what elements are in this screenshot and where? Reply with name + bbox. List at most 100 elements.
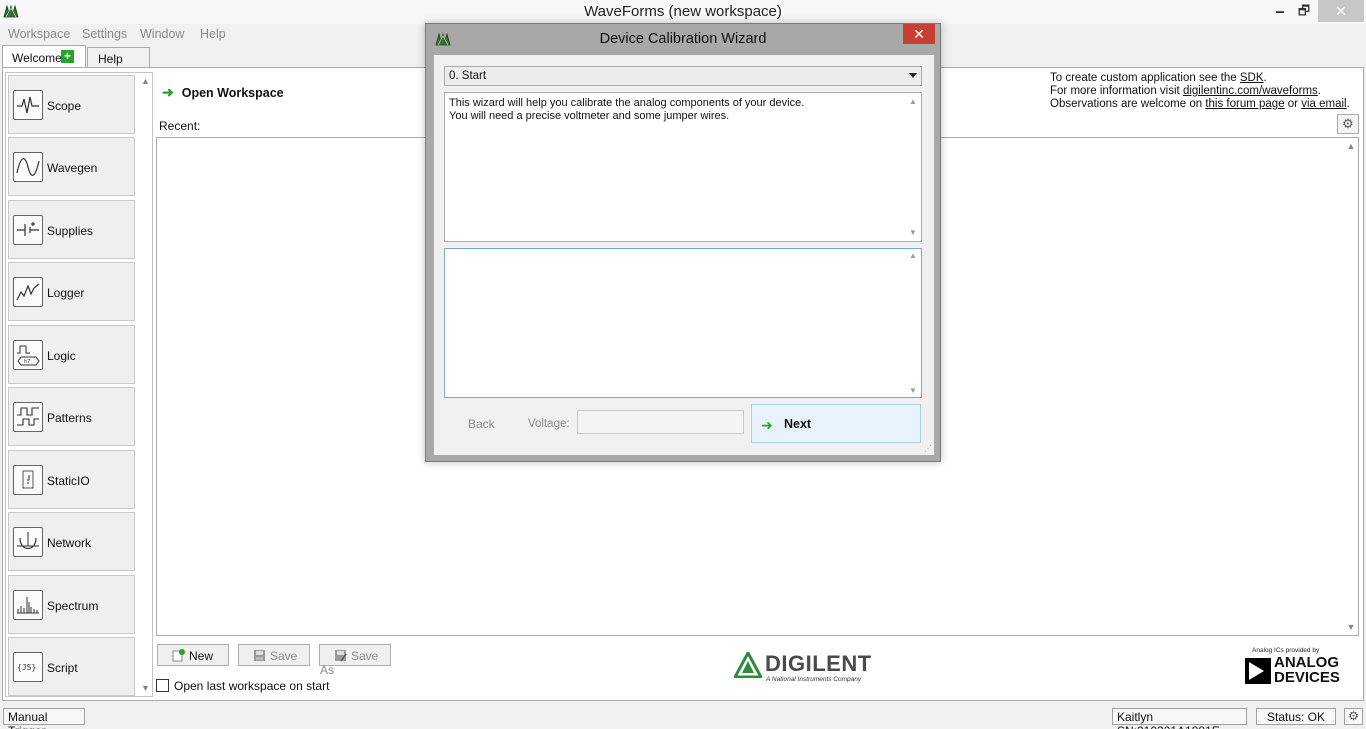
- tab-welcome[interactable]: Welcome +: [2, 45, 86, 68]
- patterns-icon: [13, 402, 43, 432]
- back-button[interactable]: Back: [468, 417, 495, 431]
- arrow-right-icon: ➜: [761, 417, 773, 433]
- tab-welcome-label: Welcome: [12, 51, 62, 65]
- close-button[interactable]: ✕: [1318, 0, 1364, 22]
- open-last-checkbox[interactable]: [156, 679, 169, 692]
- device-settings-gear-icon[interactable]: ⚙: [1344, 708, 1363, 725]
- next-label: Next: [784, 417, 812, 431]
- open-last-workspace-option[interactable]: Open last workspace on start: [156, 679, 329, 693]
- scroll-up-arrow-icon[interactable]: ▲: [905, 95, 921, 108]
- digilent-tagline: A National Instruments Company: [766, 676, 862, 683]
- info-text-line: Observations are welcome on: [1050, 98, 1206, 110]
- menu-help[interactable]: Help: [200, 27, 226, 41]
- status-bar: Manual Trigger Kaitlyn SN:210321A1881E S…: [0, 704, 1366, 729]
- selected-step: 0. Start: [449, 70, 487, 82]
- new-document-icon: [172, 649, 185, 662]
- instrument-label: Logger: [47, 286, 85, 300]
- scroll-up-arrow-icon[interactable]: ▲: [139, 76, 152, 86]
- description-line: You will need a precise voltmeter and so…: [449, 110, 730, 122]
- add-tab-icon[interactable]: +: [61, 50, 74, 63]
- adi-caption: Analog ICs provided by: [1252, 647, 1320, 654]
- calibration-step-select[interactable]: 0. Start: [444, 66, 922, 86]
- tab-help[interactable]: Help: [87, 47, 150, 67]
- dialog-close-button[interactable]: ✕: [903, 24, 935, 44]
- menu-workspace[interactable]: Workspace: [8, 27, 70, 41]
- instrument-script-button[interactable]: {JS} Script: [8, 637, 135, 696]
- website-link[interactable]: digilentinc.com/waveforms: [1183, 85, 1318, 97]
- save-label: Save: [270, 649, 298, 663]
- next-button[interactable]: ➜ Next: [751, 404, 921, 443]
- voltage-label: Voltage:: [528, 418, 570, 430]
- instrument-label: Patterns: [47, 411, 92, 425]
- script-icon: {JS}: [13, 652, 43, 682]
- device-selector[interactable]: Kaitlyn SN:210321A1881E: [1112, 708, 1247, 729]
- save-as-button[interactable]: Save As: [319, 644, 391, 677]
- instrument-list: Scope Wavegen Supplies Logger h7 Logic P…: [5, 72, 153, 697]
- open-workspace-label: Open Workspace: [181, 86, 284, 100]
- instrument-patterns-button[interactable]: Patterns: [8, 387, 135, 446]
- info-text-line: .: [1263, 72, 1267, 84]
- network-icon: [13, 527, 43, 557]
- digilent-wordmark: DIGILENT: [765, 651, 872, 676]
- wizard-output-box[interactable]: ▲ ▼: [444, 248, 922, 398]
- adi-wordmark: ANALOG DEVICES: [1274, 655, 1340, 685]
- supplies-icon: [13, 215, 43, 245]
- info-text-line: For more information visit: [1050, 85, 1183, 97]
- instrument-scope-button[interactable]: Scope: [8, 75, 135, 134]
- recent-list-scrollbar[interactable]: ▲ ▼: [1344, 138, 1358, 635]
- adi-wordmark-line: ANALOG: [1274, 654, 1339, 671]
- dialog-title: Device Calibration Wizard: [599, 31, 767, 47]
- manual-trigger-button[interactable]: Manual Trigger: [3, 708, 85, 729]
- info-text-line: or: [1284, 98, 1302, 110]
- email-link[interactable]: via email: [1301, 98, 1346, 110]
- calibration-wizard-dialog: Device Calibration Wizard ✕ 0. Start Thi…: [425, 23, 941, 462]
- window-title: WaveForms (new workspace): [584, 3, 782, 20]
- resize-grip-icon[interactable]: ⋰: [924, 444, 932, 453]
- wavegen-icon: [13, 152, 43, 182]
- restore-button[interactable]: 🗗: [1290, 0, 1318, 22]
- staticio-icon: [13, 465, 43, 495]
- instrument-label: Scope: [47, 99, 82, 113]
- scroll-down-arrow-icon[interactable]: ▼: [905, 386, 921, 395]
- sdk-link[interactable]: SDK: [1240, 72, 1264, 84]
- digilent-logo-icon: [734, 652, 762, 678]
- info-text-line: To create custom application see the: [1050, 72, 1240, 84]
- instrument-spectrum-button[interactable]: Spectrum: [8, 575, 135, 634]
- scroll-down-arrow-icon[interactable]: ▼: [1344, 622, 1358, 632]
- arrow-right-icon: ➜: [162, 84, 174, 100]
- instrument-logic-button[interactable]: h7 Logic: [8, 325, 135, 384]
- save-as-icon: [335, 650, 347, 662]
- scope-icon: [13, 90, 43, 120]
- new-workspace-button[interactable]: New: [157, 644, 229, 666]
- title-bar: WaveForms (new workspace) 🗕 🗗 ✕: [0, 0, 1366, 24]
- description-scrollbar[interactable]: ▲ ▼: [905, 93, 921, 241]
- chevron-down-icon: [909, 73, 917, 78]
- output-scrollbar[interactable]: ▲ ▼: [905, 249, 921, 397]
- scroll-up-arrow-icon[interactable]: ▲: [1344, 141, 1358, 151]
- forum-link[interactable]: this forum page: [1205, 98, 1284, 110]
- instrument-wavegen-button[interactable]: Wavegen: [8, 137, 135, 196]
- open-last-label: Open last workspace on start: [174, 679, 330, 693]
- instrument-list-scrollbar[interactable]: ▲ ▼: [139, 73, 152, 696]
- instrument-label: Logic: [47, 349, 76, 363]
- menu-settings[interactable]: Settings: [82, 27, 127, 41]
- save-disk-icon: [254, 650, 265, 661]
- settings-gear-icon[interactable]: ⚙: [1337, 114, 1359, 134]
- instrument-supplies-button[interactable]: Supplies: [8, 200, 135, 259]
- instrument-staticio-button[interactable]: StaticIO: [8, 450, 135, 509]
- wizard-description: This wizard will help you calibrate the …: [444, 92, 922, 242]
- scroll-down-arrow-icon[interactable]: ▼: [139, 683, 152, 693]
- menu-window[interactable]: Window: [140, 27, 184, 41]
- save-workspace-button[interactable]: Save: [238, 644, 310, 666]
- instrument-label: StaticIO: [47, 474, 90, 488]
- open-workspace-link[interactable]: ➜ Open Workspace: [162, 84, 284, 101]
- voltage-input[interactable]: [577, 410, 744, 434]
- analog-devices-logo-icon: [1245, 658, 1271, 684]
- instrument-network-button[interactable]: Network: [8, 512, 135, 571]
- tab-help-label: Help: [98, 52, 123, 66]
- info-text-line: .: [1346, 98, 1350, 110]
- instrument-logger-button[interactable]: Logger: [8, 262, 135, 321]
- scroll-up-arrow-icon[interactable]: ▲: [905, 251, 921, 260]
- logger-icon: [13, 277, 43, 307]
- scroll-down-arrow-icon[interactable]: ▼: [905, 226, 921, 239]
